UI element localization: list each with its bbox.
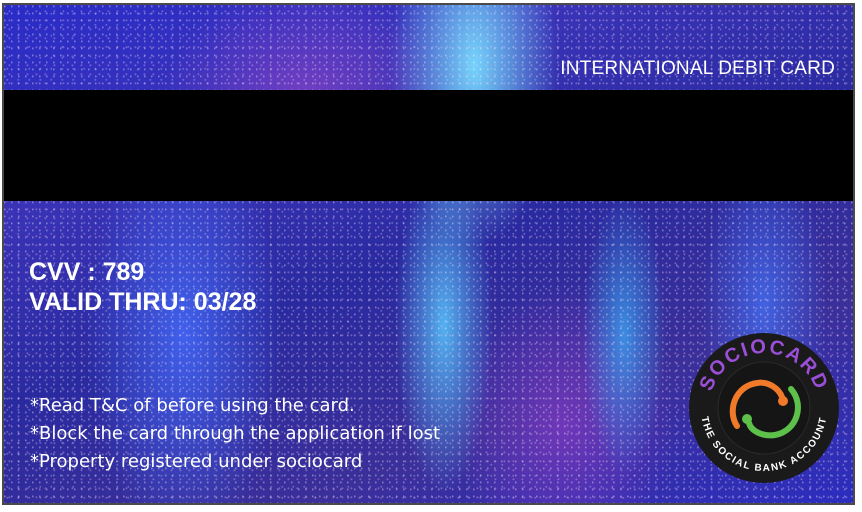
card-security-info: CVV : 789 VALID THRU: 03/28 — [29, 257, 256, 317]
card-type-label: INTERNATIONAL DEBIT CARD — [560, 58, 835, 79]
sociocard-logo-icon: SOCIOCARD THE SOCIAL BANK ACCOUNT — [689, 333, 839, 483]
debit-card-back: INTERNATIONAL DEBIT CARD CVV : 789 VALID… — [2, 3, 855, 505]
magnetic-stripe — [4, 90, 853, 201]
note-line: *Property registered under sociocard — [30, 451, 363, 472]
note-line: *Block the card through the application … — [30, 423, 441, 444]
card-notes: *Read T&C of before using the card. *Blo… — [30, 392, 440, 476]
cvv-label: CVV : 789 — [29, 258, 145, 286]
valid-thru-label: VALID THRU: 03/28 — [29, 288, 257, 316]
note-line: *Read T&C of before using the card. — [30, 395, 355, 416]
